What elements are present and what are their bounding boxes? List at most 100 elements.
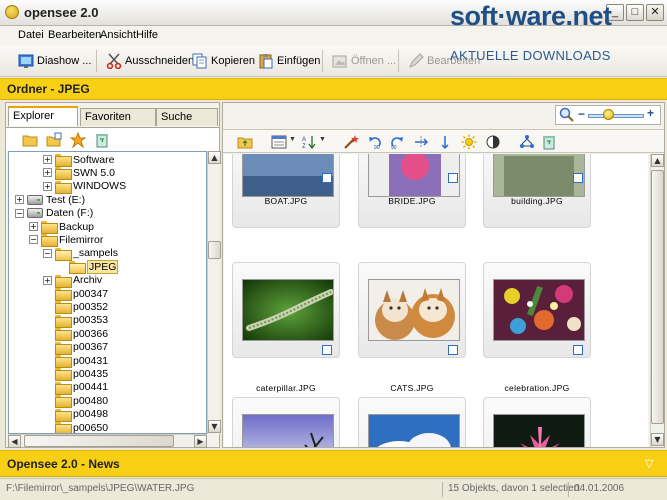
- scroll-left-arrow-icon[interactable]: ◀: [8, 435, 21, 448]
- contrast-icon[interactable]: [485, 134, 501, 150]
- sort-az-icon[interactable]: AZ: [301, 134, 317, 150]
- tree-item[interactable]: p00480: [43, 394, 108, 409]
- diashow-button[interactable]: Diashow ...: [18, 50, 91, 72]
- expand-icon[interactable]: +: [43, 155, 52, 164]
- expand-icon[interactable]: +: [15, 195, 24, 205]
- magic-wand-icon[interactable]: [343, 134, 359, 150]
- thumbnail-card[interactable]: [483, 154, 591, 228]
- paste-button[interactable]: Einfügen: [258, 50, 320, 72]
- select-checkbox[interactable]: [573, 173, 583, 183]
- collapse-icon[interactable]: −: [15, 208, 24, 218]
- thumbnail-card[interactable]: [483, 397, 591, 447]
- expand-icon[interactable]: +: [29, 222, 38, 231]
- tree-item[interactable]: p00650: [43, 421, 108, 433]
- tree-item[interactable]: + Backup: [29, 220, 94, 234]
- thumbnail-card[interactable]: [358, 397, 466, 447]
- zoom-out-icon[interactable]: −: [578, 107, 585, 121]
- thumbnail-image[interactable]: [242, 414, 334, 447]
- favorite-star-icon[interactable]: [69, 131, 87, 149]
- horizontal-scroll-thumb[interactable]: [24, 435, 174, 447]
- close-button[interactable]: ✕: [646, 4, 664, 21]
- tree-item[interactable]: − Daten (F:): [15, 207, 93, 220]
- tree-item[interactable]: + SWN 5.0: [43, 166, 115, 181]
- zoom-slider-track[interactable]: [588, 114, 644, 118]
- expand-icon[interactable]: +: [43, 181, 52, 191]
- thumbnail-image[interactable]: [368, 154, 460, 197]
- thumbnail-image[interactable]: [368, 279, 460, 341]
- tree-item[interactable]: + Test (E:): [15, 193, 85, 206]
- expand-icon[interactable]: +: [43, 168, 52, 178]
- collapse-icon[interactable]: −: [29, 235, 38, 245]
- scroll-up-arrow-icon[interactable]: ▲: [208, 151, 221, 164]
- tree-item[interactable]: p00435: [43, 367, 108, 382]
- thumbnail-image[interactable]: [493, 279, 585, 341]
- share-icon[interactable]: [519, 134, 535, 150]
- parent-folder-icon[interactable]: [237, 134, 253, 150]
- thumbnail-card[interactable]: [232, 397, 340, 447]
- select-checkbox[interactable]: [322, 173, 332, 183]
- select-checkbox[interactable]: [322, 345, 332, 355]
- menu-hilfe[interactable]: Hilfe: [136, 29, 158, 41]
- collapse-icon[interactable]: −: [43, 248, 52, 258]
- scroll-down-arrow-icon[interactable]: ▼: [208, 420, 221, 433]
- tree-item[interactable]: p00367: [43, 341, 108, 355]
- new-folder-icon[interactable]: [46, 132, 62, 148]
- flip-vertical-icon[interactable]: [437, 134, 453, 150]
- rotate-left-icon[interactable]: 90: [367, 134, 383, 151]
- thumbnail-card[interactable]: [358, 262, 466, 358]
- tab-suche[interactable]: Suche: [156, 108, 218, 126]
- maximize-button[interactable]: □: [626, 4, 644, 21]
- tree-item[interactable]: JPEG: [57, 259, 119, 275]
- delete-bin-icon[interactable]: [541, 134, 557, 150]
- copy-button[interactable]: Kopieren: [192, 50, 255, 72]
- scroll-up-arrow-icon[interactable]: ▲: [651, 154, 664, 167]
- tab-explorer[interactable]: Explorer: [8, 106, 78, 126]
- tree-item[interactable]: + Software: [43, 153, 114, 167]
- tree-item[interactable]: p00366: [43, 327, 108, 342]
- tree-item[interactable]: p00347: [43, 287, 108, 301]
- tree-item[interactable]: − Filemirror: [29, 233, 103, 248]
- select-checkbox[interactable]: [448, 173, 458, 183]
- zoom-in-icon[interactable]: +: [647, 106, 654, 120]
- thumbnail-card[interactable]: [232, 262, 340, 358]
- thumbnail-image[interactable]: [242, 154, 334, 197]
- thumbnail-card[interactable]: [358, 154, 466, 228]
- open-button[interactable]: Öffnen ...: [332, 50, 396, 72]
- menu-datei[interactable]: Datei: [18, 29, 44, 41]
- menu-bearbeiten[interactable]: Bearbeiten: [48, 29, 101, 41]
- folder-up-icon[interactable]: [22, 132, 38, 148]
- thumbnail-image[interactable]: [242, 279, 334, 341]
- cut-button[interactable]: Ausschneiden: [106, 50, 194, 72]
- tree-item[interactable]: p00498: [43, 408, 108, 422]
- scroll-down-arrow-icon[interactable]: ▼: [651, 433, 664, 446]
- brightness-icon[interactable]: [461, 134, 477, 150]
- tree-item[interactable]: p00352: [43, 300, 108, 315]
- tree-item[interactable]: p00441: [43, 381, 108, 395]
- thumbnail-card[interactable]: [232, 154, 340, 228]
- thumbnail-image[interactable]: [493, 154, 585, 197]
- scroll-thumb[interactable]: [208, 241, 221, 259]
- tree-item[interactable]: p00431: [43, 354, 108, 368]
- tree-vertical-scrollbar[interactable]: ▲ ▼: [207, 151, 221, 434]
- view-mode-icon[interactable]: [271, 134, 287, 150]
- news-header-bar[interactable]: Opensee 2.0 - News ▽: [0, 450, 667, 477]
- select-checkbox[interactable]: [573, 345, 583, 355]
- expand-news-icon[interactable]: ▽: [645, 457, 653, 470]
- tree-item[interactable]: + WINDOWS: [43, 180, 126, 194]
- thumbnail-vertical-scrollbar[interactable]: ▲ ▼: [650, 154, 664, 447]
- sort-dropdown-arrow-icon[interactable]: ▼: [319, 136, 326, 143]
- tree-horizontal-scrollbar[interactable]: ◀ ▶: [8, 434, 207, 448]
- tab-favoriten[interactable]: Favoriten: [80, 108, 156, 126]
- select-checkbox[interactable]: [448, 345, 458, 355]
- tree-item[interactable]: + Archiv: [43, 274, 102, 288]
- tree-item[interactable]: p00353: [43, 314, 108, 328]
- tree-item[interactable]: − _sampels: [43, 247, 118, 261]
- scroll-thumb[interactable]: [651, 170, 664, 424]
- zoom-control[interactable]: − +: [555, 105, 661, 125]
- thumbnail-image[interactable]: [493, 414, 585, 447]
- expand-icon[interactable]: +: [43, 275, 52, 285]
- menu-ansicht[interactable]: Ansicht: [100, 29, 136, 41]
- thumbnail-image[interactable]: [368, 414, 460, 447]
- scroll-right-arrow-icon[interactable]: ▶: [194, 435, 207, 448]
- flip-horizontal-icon[interactable]: [413, 134, 429, 150]
